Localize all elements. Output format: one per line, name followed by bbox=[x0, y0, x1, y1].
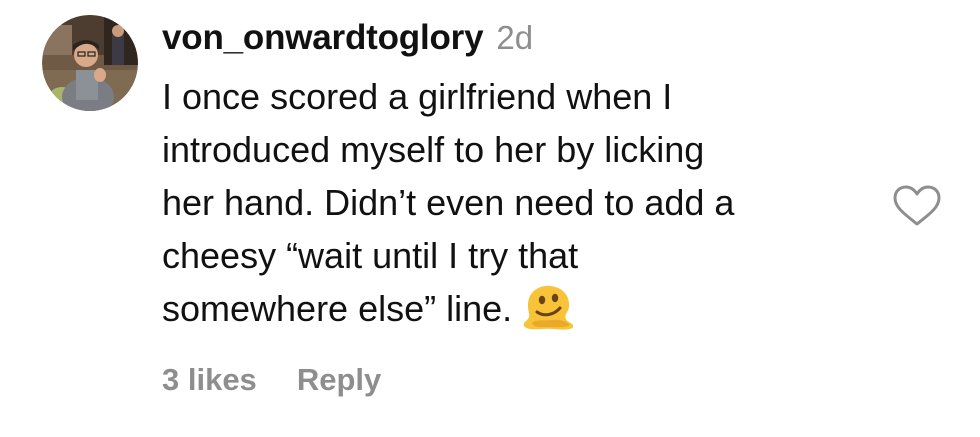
comment-text-line: somewhere else” line. bbox=[162, 288, 513, 329]
avatar[interactable] bbox=[42, 15, 138, 111]
avatar-photo bbox=[42, 15, 138, 111]
comment-header: von_onwardtoglory 2d bbox=[162, 18, 862, 68]
heart-outline-icon bbox=[893, 185, 941, 226]
like-button[interactable] bbox=[892, 184, 942, 228]
likes-count-link[interactable]: 3 likes bbox=[162, 362, 257, 398]
comment-text-line-last: somewhere else” line. bbox=[162, 282, 862, 335]
comment: von_onwardtoglory 2d I once scored a gir… bbox=[0, 0, 980, 437]
comment-text-line: cheesy “wait until I try that bbox=[162, 235, 579, 276]
comment-timestamp[interactable]: 2d bbox=[496, 19, 533, 57]
comment-text-line: I once scored a girlfriend when I bbox=[162, 76, 673, 117]
username-link[interactable]: von_onwardtoglory bbox=[162, 18, 484, 58]
comment-text-line: her hand. Didn’t even need to add a bbox=[162, 182, 735, 223]
comment-body: von_onwardtoglory 2d I once scored a gir… bbox=[162, 18, 862, 335]
comment-text-line: introduced myself to her by licking bbox=[162, 129, 705, 170]
melting-face-emoji-icon bbox=[522, 283, 574, 345]
comment-text: I once scored a girlfriend when I introd… bbox=[162, 70, 862, 335]
comment-actions: 3 likes Reply bbox=[162, 362, 381, 398]
reply-button[interactable]: Reply bbox=[297, 362, 381, 398]
